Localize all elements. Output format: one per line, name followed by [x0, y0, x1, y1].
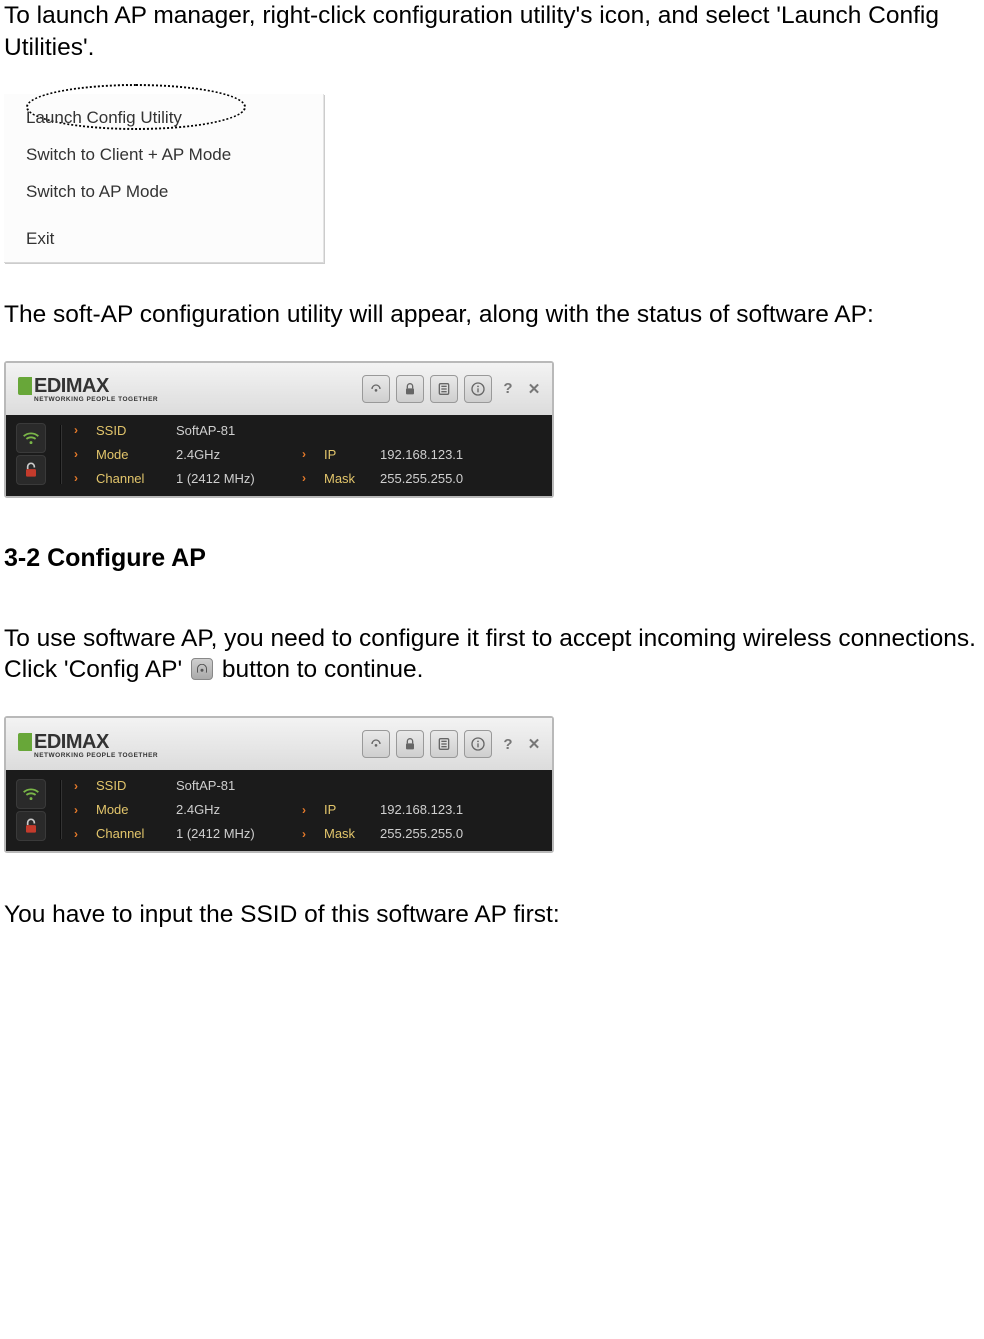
ssid-value: SoftAP-81 — [176, 423, 296, 438]
intro-paragraph: To launch AP manager, right-click config… — [4, 0, 980, 64]
arrow-icon: › — [74, 424, 90, 436]
arrow-icon: › — [74, 780, 90, 792]
configure-text-b: button to continue. — [215, 656, 423, 683]
panel-header: EDIMAX NETWORKING PEOPLE TOGETHER ? — [6, 363, 552, 415]
help-icon[interactable]: ? — [498, 730, 518, 758]
info-icon[interactable] — [464, 375, 492, 403]
softap-status-panel: EDIMAX NETWORKING PEOPLE TOGETHER ? — [4, 361, 554, 498]
ip-value: 192.168.123.1 — [380, 802, 500, 817]
config-ap-button-icon — [191, 658, 213, 680]
arrow-icon: › — [74, 828, 90, 840]
channel-label: Channel — [96, 826, 170, 841]
ssid-label: SSID — [96, 778, 170, 793]
ssid-value: SoftAP-81 — [176, 778, 296, 793]
mode-value: 2.4GHz — [176, 802, 296, 817]
close-icon[interactable]: ✕ — [524, 375, 544, 403]
logo-mark — [18, 377, 32, 395]
arrow-icon: › — [302, 828, 318, 840]
arrow-icon: › — [302, 472, 318, 484]
mode-label: Mode — [96, 802, 170, 817]
context-menu: Launch Config Utility Switch to Client +… — [4, 94, 324, 263]
configure-instruction-paragraph: To use software AP, you need to configur… — [4, 623, 980, 687]
panel-header: EDIMAX NETWORKING PEOPLE TOGETHER ? — [6, 718, 552, 770]
channel-label: Channel — [96, 471, 170, 486]
ip-label: IP — [324, 447, 374, 462]
ap-mode-icon[interactable] — [396, 375, 424, 403]
channel-value: 1 (2412 MHz) — [176, 826, 296, 841]
softap-config-panel: EDIMAX NETWORKING PEOPLE TOGETHER ? — [4, 716, 554, 853]
mask-value: 255.255.255.0 — [380, 826, 500, 841]
panel-toolbar: ? ✕ — [362, 375, 544, 403]
configure-text-a: To use software AP, you need to configur… — [4, 625, 976, 684]
logo-mark — [18, 733, 32, 751]
brand-logo: EDIMAX NETWORKING PEOPLE TOGETHER — [18, 730, 158, 759]
menu-item-ap-mode[interactable]: Switch to AP Mode — [4, 174, 323, 211]
close-icon[interactable]: ✕ — [524, 730, 544, 758]
security-status-icon — [16, 811, 46, 841]
mask-label: Mask — [324, 471, 374, 486]
wifi-status-icon — [16, 779, 46, 809]
channel-value: 1 (2412 MHz) — [176, 471, 296, 486]
mode-value: 2.4GHz — [176, 447, 296, 462]
logo-text: EDIMAX — [34, 731, 158, 754]
panel-toolbar: ? ✕ — [362, 730, 544, 758]
logo-tagline: NETWORKING PEOPLE TOGETHER — [34, 752, 158, 759]
help-icon[interactable]: ? — [498, 375, 518, 403]
wifi-status-icon — [16, 423, 46, 453]
ip-value: 192.168.123.1 — [380, 447, 500, 462]
arrow-icon: › — [302, 448, 318, 460]
ip-label: IP — [324, 802, 374, 817]
ssid-input-paragraph: You have to input the SSID of this softw… — [4, 899, 980, 931]
info-icon[interactable] — [464, 730, 492, 758]
menu-item-launch[interactable]: Launch Config Utility — [4, 94, 323, 137]
logo-text: EDIMAX — [34, 375, 158, 398]
security-status-icon — [16, 455, 46, 485]
config-ap-icon[interactable] — [362, 730, 390, 758]
mode-label: Mode — [96, 447, 170, 462]
arrow-icon: › — [302, 804, 318, 816]
ssid-label: SSID — [96, 423, 170, 438]
brand-logo: EDIMAX NETWORKING PEOPLE TOGETHER — [18, 374, 158, 403]
config-ap-icon[interactable] — [362, 375, 390, 403]
section-heading: 3-2 Configure AP — [4, 544, 980, 573]
mask-value: 255.255.255.0 — [380, 471, 500, 486]
client-list-icon[interactable] — [430, 730, 458, 758]
client-list-icon[interactable] — [430, 375, 458, 403]
arrow-icon: › — [74, 472, 90, 484]
mask-label: Mask — [324, 826, 374, 841]
arrow-icon: › — [74, 804, 90, 816]
ap-mode-icon[interactable] — [396, 730, 424, 758]
menu-item-client-ap[interactable]: Switch to Client + AP Mode — [4, 137, 323, 174]
menu-item-exit[interactable]: Exit — [4, 221, 323, 262]
softap-status-paragraph: The soft-AP configuration utility will a… — [4, 299, 980, 331]
logo-tagline: NETWORKING PEOPLE TOGETHER — [34, 396, 158, 403]
arrow-icon: › — [74, 448, 90, 460]
